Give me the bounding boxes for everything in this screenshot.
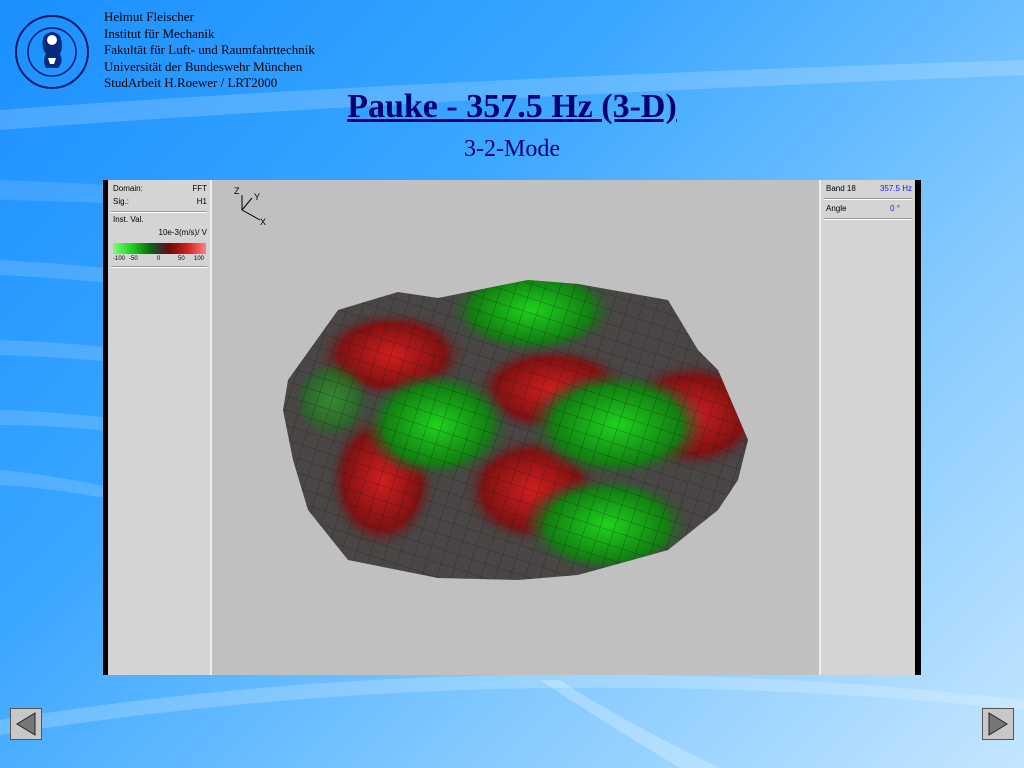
axis-y-label: Y — [254, 192, 260, 202]
header-line: Universität der Bundeswehr München — [104, 58, 303, 74]
sig-row: Sig.: H1 — [113, 197, 207, 209]
divider — [824, 198, 912, 200]
sig-label: Sig.: — [113, 197, 130, 206]
next-slide-button[interactable] — [982, 708, 1014, 740]
author-info: Helmut Fleischer Institut für Mechanik F… — [104, 9, 315, 92]
axis-x-label: X — [260, 217, 266, 227]
scale-tick: 0 — [157, 256, 161, 262]
band-label: Band 18 — [826, 184, 856, 193]
scale-tick: -100 — [113, 256, 126, 262]
inst-val-label: Inst. Val. — [113, 215, 144, 224]
triangle-right-icon — [988, 712, 1008, 736]
band-frequency: 357.5 Hz — [879, 184, 912, 193]
university-seal-logo — [15, 15, 89, 89]
divider — [824, 218, 912, 220]
unit-label: 10e-3(m/s)/ V — [158, 228, 207, 237]
angle-value: 0 ° — [890, 204, 900, 213]
triangle-left-icon — [16, 712, 36, 736]
left-info-panel: Domain: FFT Sig.: H1 Inst. Val. 10e-3(m/… — [108, 180, 212, 675]
divider — [111, 211, 207, 213]
divider — [111, 266, 207, 268]
axis-indicator: Z Y X — [234, 186, 266, 227]
scale-tick: 100 — [194, 256, 205, 262]
slide-subtitle: 3-2-Mode — [464, 136, 560, 162]
domain-row: Domain: FFT — [113, 184, 207, 196]
axis-z-label: Z — [234, 186, 240, 196]
color-scale-bar — [113, 243, 206, 254]
mode-shape-3d-plot[interactable]: Z Y X — [212, 180, 820, 675]
inst-val-row: Inst. Val. — [113, 215, 207, 227]
header-line: Institut für Mechanik — [104, 25, 215, 41]
angle-row: Angle 0 ° — [826, 204, 912, 216]
scale-tick: -50 — [129, 256, 138, 262]
angle-label: Angle — [826, 204, 847, 213]
band-row: Band 18 357.5 Hz — [826, 184, 912, 196]
slide-title[interactable]: Pauke - 357.5 Hz (3-D) — [0, 88, 1024, 126]
right-info-panel: Band 18 357.5 Hz Angle 0 ° — [819, 180, 915, 675]
domain-label: Domain: — [113, 184, 143, 193]
membrane-surface — [283, 280, 748, 580]
unit-row: 10e-3(m/s)/ V — [113, 228, 207, 240]
previous-slide-button[interactable] — [10, 708, 42, 740]
scale-tick: 50 — [178, 256, 185, 262]
vibrometer-window: Domain: FFT Sig.: H1 Inst. Val. 10e-3(m/… — [103, 180, 921, 675]
domain-value: FFT — [192, 184, 207, 193]
header-line: Fakultät für Luft- und Raumfahrttechnik — [104, 42, 315, 57]
sig-value: H1 — [196, 197, 207, 206]
header-line: Helmut Fleischer — [104, 9, 194, 24]
